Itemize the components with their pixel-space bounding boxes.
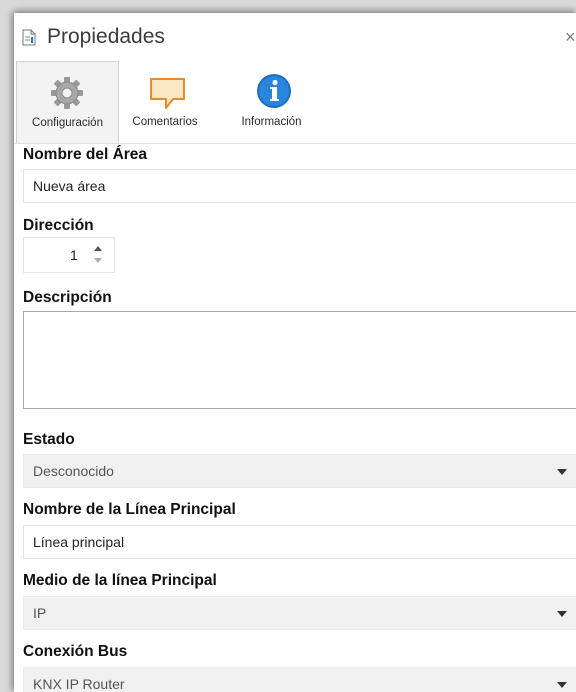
gear-icon bbox=[51, 77, 83, 109]
chevron-down-icon bbox=[557, 611, 567, 617]
close-icon[interactable]: × bbox=[565, 27, 576, 48]
comment-icon bbox=[150, 78, 185, 109]
bus-connection-value: KNX IP Router bbox=[33, 676, 125, 692]
properties-panel: Propiedades × Configuración Comentarios … bbox=[14, 13, 576, 692]
bus-connection-label: Conexión Bus bbox=[23, 643, 128, 660]
tab-informacion[interactable]: Información bbox=[224, 61, 319, 142]
bus-connection-select[interactable]: KNX IP Router bbox=[23, 667, 576, 692]
chevron-down-icon bbox=[557, 469, 567, 475]
area-name-value: Nueva área bbox=[33, 178, 106, 194]
status-value: Desconocido bbox=[33, 463, 114, 479]
tab-comentarios[interactable]: Comentarios bbox=[117, 61, 213, 142]
main-line-medium-value: IP bbox=[33, 605, 47, 621]
status-label: Estado bbox=[23, 431, 75, 448]
tab-label-configuracion: Configuración bbox=[32, 117, 103, 129]
address-value: 1 bbox=[70, 247, 78, 263]
info-icon bbox=[257, 74, 291, 108]
address-label: Dirección bbox=[23, 217, 94, 234]
status-select[interactable]: Desconocido bbox=[23, 454, 576, 488]
main-line-medium-label: Medio de la línea Principal bbox=[23, 572, 217, 589]
properties-icon bbox=[22, 29, 36, 46]
chevron-down-icon bbox=[557, 682, 567, 688]
title-bar: Propiedades × bbox=[14, 13, 576, 61]
panel-title: Propiedades bbox=[47, 25, 165, 48]
stepper-up-icon[interactable] bbox=[94, 246, 102, 251]
area-name-input[interactable]: Nueva área bbox=[23, 169, 576, 203]
tab-strip: Configuración Comentarios Información bbox=[14, 61, 576, 144]
main-line-name-label: Nombre de la Línea Principal bbox=[23, 501, 236, 518]
main-line-name-value: Línea principal bbox=[33, 534, 125, 550]
main-line-name-input[interactable]: Línea principal bbox=[23, 525, 576, 559]
tab-label-informacion: Información bbox=[241, 116, 302, 128]
description-label: Descripción bbox=[23, 289, 112, 306]
description-textarea[interactable] bbox=[23, 311, 576, 409]
tab-configuracion[interactable]: Configuración bbox=[16, 61, 119, 143]
address-stepper[interactable]: 1 bbox=[23, 237, 115, 273]
stepper-down-icon[interactable] bbox=[94, 258, 102, 263]
area-name-label: Nombre del Área bbox=[23, 146, 148, 163]
main-line-medium-select[interactable]: IP bbox=[23, 596, 576, 630]
tab-label-comentarios: Comentarios bbox=[132, 116, 198, 128]
